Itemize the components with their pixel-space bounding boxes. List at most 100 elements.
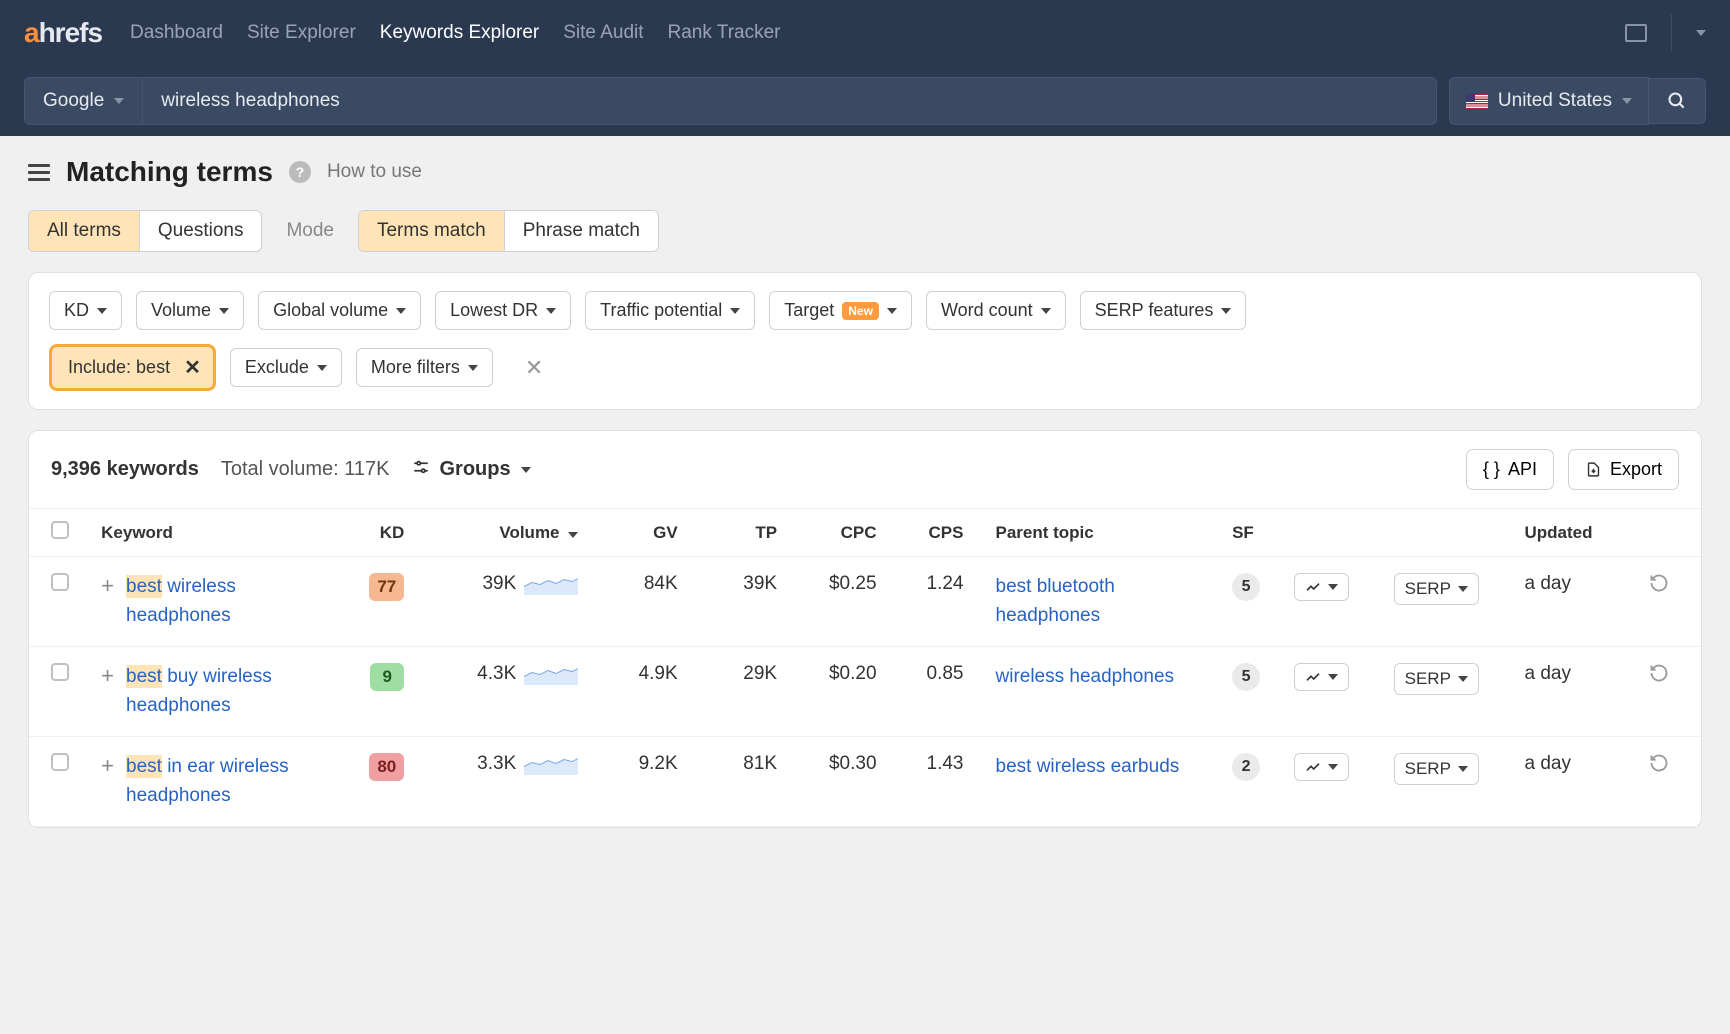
monitor-icon[interactable]	[1625, 24, 1647, 42]
filter-volume[interactable]: Volume	[136, 291, 244, 330]
menu-icon[interactable]	[28, 164, 50, 181]
gv-value: 84K	[588, 557, 687, 647]
sf-badge[interactable]: 5	[1232, 573, 1260, 601]
new-badge: New	[842, 302, 879, 320]
filter-more-filters[interactable]: More filters	[356, 348, 493, 387]
filter-lowest-dr[interactable]: Lowest DR	[435, 291, 571, 330]
help-icon[interactable]: ?	[289, 161, 311, 183]
tab-phrase-match[interactable]: Phrase match	[505, 211, 658, 251]
col-cps[interactable]: CPS	[887, 509, 974, 557]
groups-button[interactable]: Groups	[412, 458, 531, 481]
filter-traffic-potential[interactable]: Traffic potential	[585, 291, 755, 330]
filter-exclude[interactable]: Exclude	[230, 348, 342, 387]
col-sf[interactable]: SF	[1222, 509, 1284, 557]
filter-serp-features[interactable]: SERP features	[1080, 291, 1247, 330]
serp-button[interactable]: SERP	[1394, 663, 1479, 695]
nav-item-keywords-explorer[interactable]: Keywords Explorer	[380, 22, 539, 44]
gv-value: 9.2K	[588, 737, 687, 827]
cpc-value: $0.20	[787, 647, 886, 737]
sparkline-icon	[524, 753, 578, 775]
volume-value: 4.3K	[477, 663, 516, 685]
nav-item-rank-tracker[interactable]: Rank Tracker	[668, 22, 781, 44]
col-cpc[interactable]: CPC	[787, 509, 886, 557]
search-button[interactable]	[1649, 78, 1706, 124]
tp-value: 39K	[688, 557, 787, 647]
chevron-down-icon	[521, 467, 531, 473]
keyword-link[interactable]: best in ear wireless headphones	[126, 753, 330, 810]
col-kd[interactable]: KD	[340, 509, 415, 557]
search-icon	[1667, 91, 1687, 111]
chevron-down-icon	[1328, 674, 1338, 680]
col-parent-topic[interactable]: Parent topic	[974, 509, 1223, 557]
include-filter-pill[interactable]: Include: best ✕	[49, 344, 216, 391]
serp-button[interactable]: SERP	[1394, 573, 1479, 605]
volume-value: 3.3K	[477, 753, 516, 775]
sparkline-icon	[524, 663, 578, 685]
refresh-button[interactable]	[1649, 667, 1669, 688]
account-dropdown-caret[interactable]	[1696, 30, 1706, 36]
row-checkbox[interactable]	[51, 753, 69, 771]
expand-icon[interactable]: +	[101, 663, 114, 689]
tab-group-mode: Terms matchPhrase match	[358, 210, 659, 252]
row-checkbox[interactable]	[51, 663, 69, 681]
search-engine-select[interactable]: Google	[24, 77, 143, 125]
trend-button[interactable]	[1294, 573, 1349, 601]
results-card: 9,396 keywords Total volume: 117K Groups…	[28, 430, 1702, 828]
table-row: +best in ear wireless headphones803.3K9.…	[29, 737, 1701, 827]
updated-value: a day	[1514, 647, 1638, 737]
parent-topic-link[interactable]: wireless headphones	[996, 666, 1175, 687]
nav-item-dashboard[interactable]: Dashboard	[130, 22, 223, 44]
nav-item-site-explorer[interactable]: Site Explorer	[247, 22, 356, 44]
chevron-down-icon	[1622, 98, 1632, 104]
refresh-button[interactable]	[1649, 757, 1669, 778]
updated-value: a day	[1514, 557, 1638, 647]
chevron-down-icon	[317, 365, 327, 371]
groups-label: Groups	[440, 458, 511, 481]
chevron-down-icon	[396, 308, 406, 314]
col-keyword[interactable]: Keyword	[91, 509, 340, 557]
col-updated[interactable]: Updated	[1514, 509, 1638, 557]
col-tp[interactable]: TP	[688, 509, 787, 557]
close-icon[interactable]: ✕	[184, 355, 201, 380]
keyword-input[interactable]	[143, 77, 1437, 125]
sf-badge[interactable]: 5	[1232, 663, 1260, 691]
country-select[interactable]: United States	[1449, 77, 1649, 125]
row-checkbox[interactable]	[51, 573, 69, 591]
expand-icon[interactable]: +	[101, 753, 114, 779]
parent-topic-link[interactable]: best bluetooth headphones	[996, 576, 1115, 626]
parent-topic-link[interactable]: best wireless earbuds	[996, 756, 1180, 777]
sf-badge[interactable]: 2	[1232, 753, 1260, 781]
filter-card: KD Volume Global volume Lowest DR Traffic po…	[28, 272, 1702, 410]
export-button[interactable]: Export	[1568, 449, 1679, 490]
select-all-checkbox[interactable]	[51, 521, 69, 539]
tab-all-terms[interactable]: All terms	[29, 211, 140, 251]
trend-button[interactable]	[1294, 753, 1349, 781]
chevron-down-icon	[730, 308, 740, 314]
nav-item-site-audit[interactable]: Site Audit	[563, 22, 643, 44]
api-button[interactable]: { } API	[1466, 449, 1554, 490]
refresh-button[interactable]	[1649, 577, 1669, 598]
search-engine-label: Google	[43, 90, 104, 112]
chevron-down-icon	[468, 365, 478, 371]
clear-filters-icon[interactable]: ✕	[521, 355, 547, 381]
sparkline-icon	[524, 573, 578, 595]
filter-word-count[interactable]: Word count	[926, 291, 1066, 330]
cps-value: 1.43	[887, 737, 974, 827]
col-gv[interactable]: GV	[588, 509, 687, 557]
tab-terms-match[interactable]: Terms match	[359, 211, 505, 251]
tab-questions[interactable]: Questions	[140, 211, 262, 251]
chevron-down-icon	[114, 98, 124, 104]
ahrefs-logo[interactable]: ahrefs	[24, 17, 102, 49]
help-text[interactable]: How to use	[327, 161, 422, 183]
serp-button[interactable]: SERP	[1394, 753, 1479, 785]
table-body: +best wireless headphones7739K84K39K$0.2…	[29, 557, 1701, 827]
filter-kd[interactable]: KD	[49, 291, 122, 330]
keyword-link[interactable]: best wireless headphones	[126, 573, 330, 630]
trend-button[interactable]	[1294, 663, 1349, 691]
filter-global-volume[interactable]: Global volume	[258, 291, 421, 330]
expand-icon[interactable]: +	[101, 573, 114, 599]
keyword-link[interactable]: best buy wireless headphones	[126, 663, 330, 720]
top-navbar: ahrefs Dashboard Site Explorer Keywords Ex…	[0, 0, 1730, 66]
filter-target[interactable]: TargetNew	[769, 291, 912, 330]
col-volume[interactable]: Volume	[414, 509, 588, 557]
